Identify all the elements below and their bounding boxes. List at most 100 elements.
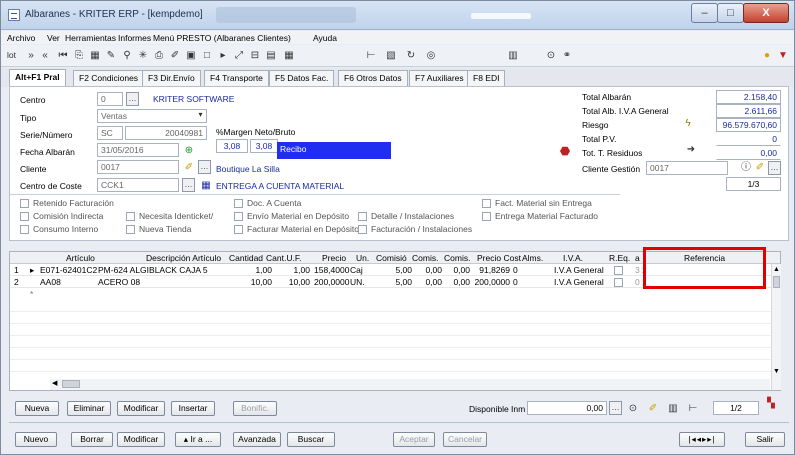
horizontal-scrollbar[interactable]: ◀ — [50, 379, 770, 390]
first-record-icon[interactable]: ⏮ — [57, 50, 69, 61]
cliente-gestion-field[interactable]: 0017 — [646, 161, 728, 175]
cell-alms[interactable]: 0 — [513, 265, 518, 275]
last-record-icon[interactable]: ▸| — [707, 434, 715, 444]
cell-precio-coste[interactable]: 91,8269 — [470, 265, 510, 275]
numero-field[interactable]: 20040981 — [125, 126, 207, 140]
bulb-icon[interactable]: ● — [761, 50, 773, 61]
cell-cantidad[interactable]: 10,00 — [232, 277, 272, 287]
cell-cant-uf[interactable]: 10,00 — [270, 277, 310, 287]
binoculars-icon-2[interactable]: ⊙ — [627, 403, 639, 414]
stop-icon[interactable]: ⬣ — [559, 145, 571, 157]
margen-bruto-field[interactable]: 3,08 — [250, 139, 278, 153]
cell-un[interactable]: Caj — [350, 265, 363, 275]
cell-descripcion[interactable]: ACERO 08 — [98, 277, 140, 287]
menu-ayuda[interactable]: Ayuda — [313, 33, 337, 43]
col-descripcion[interactable]: Descripción Artículo — [146, 253, 221, 263]
buscar-button[interactable]: Buscar — [287, 432, 335, 447]
tab-dir-envio[interactable]: F3 Dir.Envío — [142, 70, 201, 86]
cell-articulo[interactable]: E071-62401C2 — [40, 265, 97, 275]
cell-cantidad[interactable]: 1,00 — [232, 265, 272, 275]
cell-comis-3[interactable]: 0,00 — [438, 277, 470, 287]
edit-icon[interactable]: ✐ — [169, 50, 181, 61]
binoculars-icon[interactable]: ⊙ — [545, 50, 557, 61]
close-button[interactable]: X — [743, 3, 789, 23]
menu-ver[interactable]: Ver — [47, 33, 60, 43]
scroll-up-icon[interactable]: ▲ — [773, 266, 780, 273]
tab-condiciones[interactable]: F2 Condiciones — [73, 70, 145, 86]
pencil-icon-2[interactable]: ✐ — [754, 162, 766, 173]
coste-field[interactable]: CCK1 — [97, 178, 179, 192]
check-facturacion-instalaciones[interactable]: Facturación / Instalaciones — [358, 224, 472, 234]
col-articulo[interactable]: Artículo — [66, 253, 95, 263]
tab-principal[interactable]: Alt+F1 Pral — [9, 69, 66, 87]
nueva-button[interactable]: Nueva — [15, 401, 59, 416]
frame-icon[interactable]: □ — [201, 50, 213, 61]
check-comision-indirecta[interactable]: Comisión Indirecta — [20, 211, 103, 221]
flag-icon[interactable]: ▚ — [765, 398, 777, 409]
cell-cant-uf[interactable]: 1,00 — [270, 265, 310, 275]
info-icon[interactable]: ⓘ — [740, 162, 752, 173]
col-alms[interactable]: Alms. — [522, 253, 543, 263]
cliente-search-button[interactable]: … — [198, 160, 211, 174]
hscroll-thumb[interactable] — [62, 380, 80, 388]
col-precio[interactable]: Precio — [322, 253, 346, 263]
target-icon[interactable]: ◎ — [425, 50, 437, 61]
cell-req-checkbox[interactable] — [614, 266, 623, 275]
col-comision[interactable]: Comisió — [376, 253, 407, 263]
menu-presto[interactable]: Menú PRESTO (Albaranes Clientes) — [153, 33, 291, 43]
forward-icon[interactable]: ▸ — [217, 50, 229, 61]
modificar-button[interactable]: Modificar — [117, 432, 165, 447]
check-envio-deposito[interactable]: Envío Material en Depósito — [234, 211, 349, 221]
check-entrega-facturado[interactable]: Entrega Material Facturado — [482, 211, 598, 221]
col-cantidad[interactable]: Cantidad — [229, 253, 263, 263]
tab-auxiliares[interactable]: F7 Auxiliares — [409, 70, 470, 86]
table-icon[interactable]: ▥ — [507, 50, 519, 61]
vertical-scrollbar[interactable]: ▲ ▼ — [771, 264, 781, 390]
scroll-thumb[interactable] — [773, 276, 780, 288]
check-consumo-interno[interactable]: Consumo Interno — [20, 224, 98, 234]
menu-archivo[interactable]: Archivo — [7, 33, 35, 43]
table-icon-2[interactable]: ▥ — [667, 403, 679, 414]
centro-field[interactable]: 0 — [97, 92, 123, 106]
chevron-down-icon[interactable]: ▾ — [194, 109, 207, 123]
cell-alms[interactable]: 0 — [513, 277, 518, 287]
cell-a[interactable]: 0 — [635, 277, 640, 287]
grid-icon[interactable]: ▤ — [265, 50, 277, 61]
check-detalle-instalaciones[interactable]: Detalle / Instalaciones — [358, 211, 454, 221]
fecha-field[interactable]: 31/05/2016 — [97, 143, 179, 157]
refresh-icon[interactable]: ↻ — [405, 50, 417, 61]
new-row[interactable]: * — [10, 288, 780, 300]
cell-descripcion[interactable]: PM-624 ALGIBLACK CAJA 5 — [98, 265, 208, 275]
attach-icon[interactable]: ⚭ — [561, 50, 573, 61]
col-comis-2[interactable]: Comis. — [412, 253, 438, 263]
tab-otros-datos[interactable]: F6 Otros Datos — [338, 70, 408, 86]
col-cant-uf[interactable]: Cant.U.F. — [266, 253, 301, 263]
lot-prev-icon[interactable]: « — [39, 50, 51, 61]
col-comis-3[interactable]: Comis. — [444, 253, 470, 263]
scroll-down-icon[interactable]: ▼ — [773, 368, 780, 375]
col-req[interactable]: R.Eq. — [609, 253, 630, 263]
modificar-line-button[interactable]: Modificar — [117, 401, 165, 416]
calendar-icon[interactable]: ▦ — [200, 180, 212, 191]
menu-herramientas[interactable]: Herramientas — [65, 33, 116, 43]
star-icon[interactable]: ✳ — [137, 50, 149, 61]
tipo-select[interactable]: Ventas — [97, 109, 207, 123]
cell-precio[interactable]: 200,0000 — [314, 277, 349, 287]
menu-informes[interactable]: Informes — [118, 33, 151, 43]
record-navigator[interactable]: |◂◂▸▸| — [679, 432, 725, 447]
serie-field[interactable]: SC — [97, 126, 123, 140]
paint-icon[interactable]: ✎ — [105, 50, 117, 61]
check-fact-sin-entrega[interactable]: Fact. Material sin Entrega — [482, 198, 592, 208]
cell-comision[interactable]: 5,00 — [376, 265, 412, 275]
print-icon[interactable]: ⎙ — [153, 50, 165, 61]
insertar-button[interactable]: Insertar — [171, 401, 215, 416]
copy-icon[interactable]: ⎘ — [73, 50, 85, 61]
cell-precio-coste[interactable]: 200,0000 — [470, 277, 510, 287]
tab-datos-fac[interactable]: F5 Datos Fac. — [269, 70, 335, 86]
maximize-button[interactable]: □ — [717, 3, 744, 23]
cliente-gestion-search-button[interactable]: … — [768, 161, 781, 175]
minimize-button[interactable]: – — [691, 3, 718, 23]
tab-transporte[interactable]: F4 Transporte — [204, 70, 269, 86]
columns-icon[interactable]: ▦ — [89, 50, 101, 61]
coste-search-button[interactable]: … — [182, 178, 195, 192]
